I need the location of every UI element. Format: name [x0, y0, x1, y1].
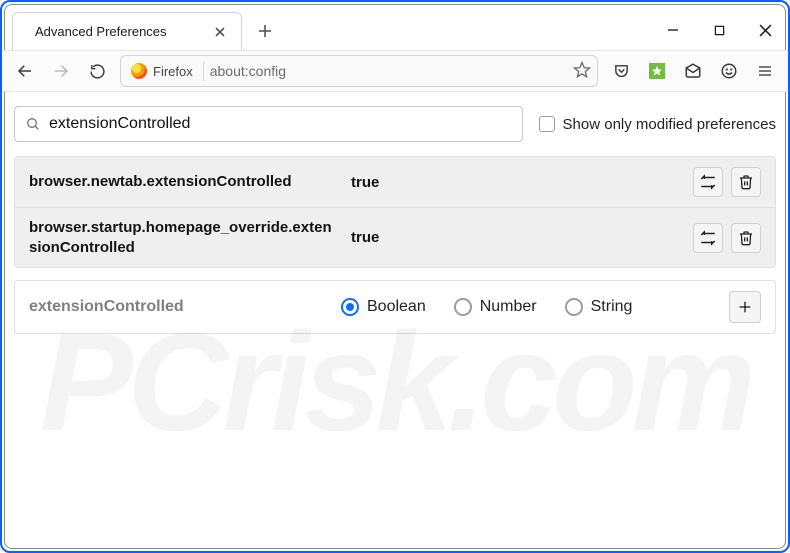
preference-name: browser.newtab.extensionControlled: [29, 172, 339, 192]
identity-box[interactable]: Firefox: [127, 61, 204, 81]
identity-label: Firefox: [153, 64, 193, 79]
preference-actions: [693, 167, 761, 197]
radio-icon: [565, 298, 583, 316]
browser-window: Advanced Preferences: [0, 0, 790, 553]
forward-button[interactable]: [44, 55, 78, 87]
delete-button[interactable]: [731, 167, 761, 197]
add-preference-button[interactable]: [729, 291, 761, 323]
toggle-icon: [699, 173, 717, 191]
trash-icon: [738, 174, 754, 190]
tab-title: Advanced Preferences: [35, 24, 201, 39]
delete-button[interactable]: [731, 223, 761, 253]
trash-icon: [738, 230, 754, 246]
plus-icon: [737, 299, 753, 315]
app-menu-button[interactable]: [748, 55, 782, 87]
type-radio-group: Boolean Number String: [341, 298, 717, 316]
firefox-icon: [131, 63, 147, 79]
close-window-button[interactable]: [742, 10, 788, 50]
preference-value: true: [351, 174, 681, 191]
new-tab-button[interactable]: [250, 16, 280, 46]
toggle-icon: [699, 229, 717, 247]
pocket-button[interactable]: [604, 55, 638, 87]
toggle-button[interactable]: [693, 167, 723, 197]
preference-value: true: [351, 229, 681, 246]
preference-row: browser.newtab.extensionControlled true: [15, 157, 775, 208]
url-bar[interactable]: Firefox about:config: [120, 55, 598, 87]
search-row: extensionControlled Show only modified p…: [14, 106, 776, 142]
inbox-button[interactable]: [676, 55, 710, 87]
bookmark-star-icon[interactable]: [573, 61, 591, 82]
type-radio-string[interactable]: String: [565, 298, 633, 316]
preference-actions: [693, 223, 761, 253]
reload-button[interactable]: [80, 55, 114, 87]
type-radio-boolean[interactable]: Boolean: [341, 298, 426, 316]
radio-icon: [341, 298, 359, 316]
account-button[interactable]: [712, 55, 746, 87]
radio-icon: [454, 298, 472, 316]
back-button[interactable]: [8, 55, 42, 87]
minimize-button[interactable]: [650, 10, 696, 50]
page-content: PCrisk.com extensionControlled Show only…: [2, 92, 788, 551]
preferences-list: browser.newtab.extensionControlled true …: [14, 156, 776, 268]
search-icon: [25, 116, 41, 132]
type-radio-number[interactable]: Number: [454, 298, 537, 316]
window-controls: [650, 10, 788, 50]
toggle-button[interactable]: [693, 223, 723, 253]
url-text: about:config: [210, 63, 567, 79]
new-preference-panel: extensionControlled Boolean Number Strin…: [14, 280, 776, 334]
extension-icon: [649, 63, 665, 79]
extension-button[interactable]: [640, 55, 674, 87]
title-bar: Advanced Preferences: [2, 2, 788, 50]
preference-name: browser.startup.homepage_override.extens…: [29, 218, 339, 257]
search-query-text: extensionControlled: [49, 115, 190, 133]
navigation-toolbar: Firefox about:config: [2, 50, 788, 92]
checkbox-icon: [539, 116, 555, 132]
browser-tab[interactable]: Advanced Preferences: [12, 12, 242, 50]
new-preference-name: extensionControlled: [29, 298, 329, 316]
maximize-button[interactable]: [696, 10, 742, 50]
tab-close-button[interactable]: [211, 23, 229, 41]
preference-row: browser.startup.homepage_override.extens…: [15, 208, 775, 267]
radio-label: String: [591, 298, 633, 316]
show-modified-checkbox[interactable]: Show only modified preferences: [539, 116, 776, 133]
radio-label: Number: [480, 298, 537, 316]
new-preference-row: extensionControlled Boolean Number Strin…: [15, 281, 775, 333]
search-input[interactable]: extensionControlled: [14, 106, 523, 142]
checkbox-label: Show only modified preferences: [563, 116, 776, 133]
radio-label: Boolean: [367, 298, 426, 316]
